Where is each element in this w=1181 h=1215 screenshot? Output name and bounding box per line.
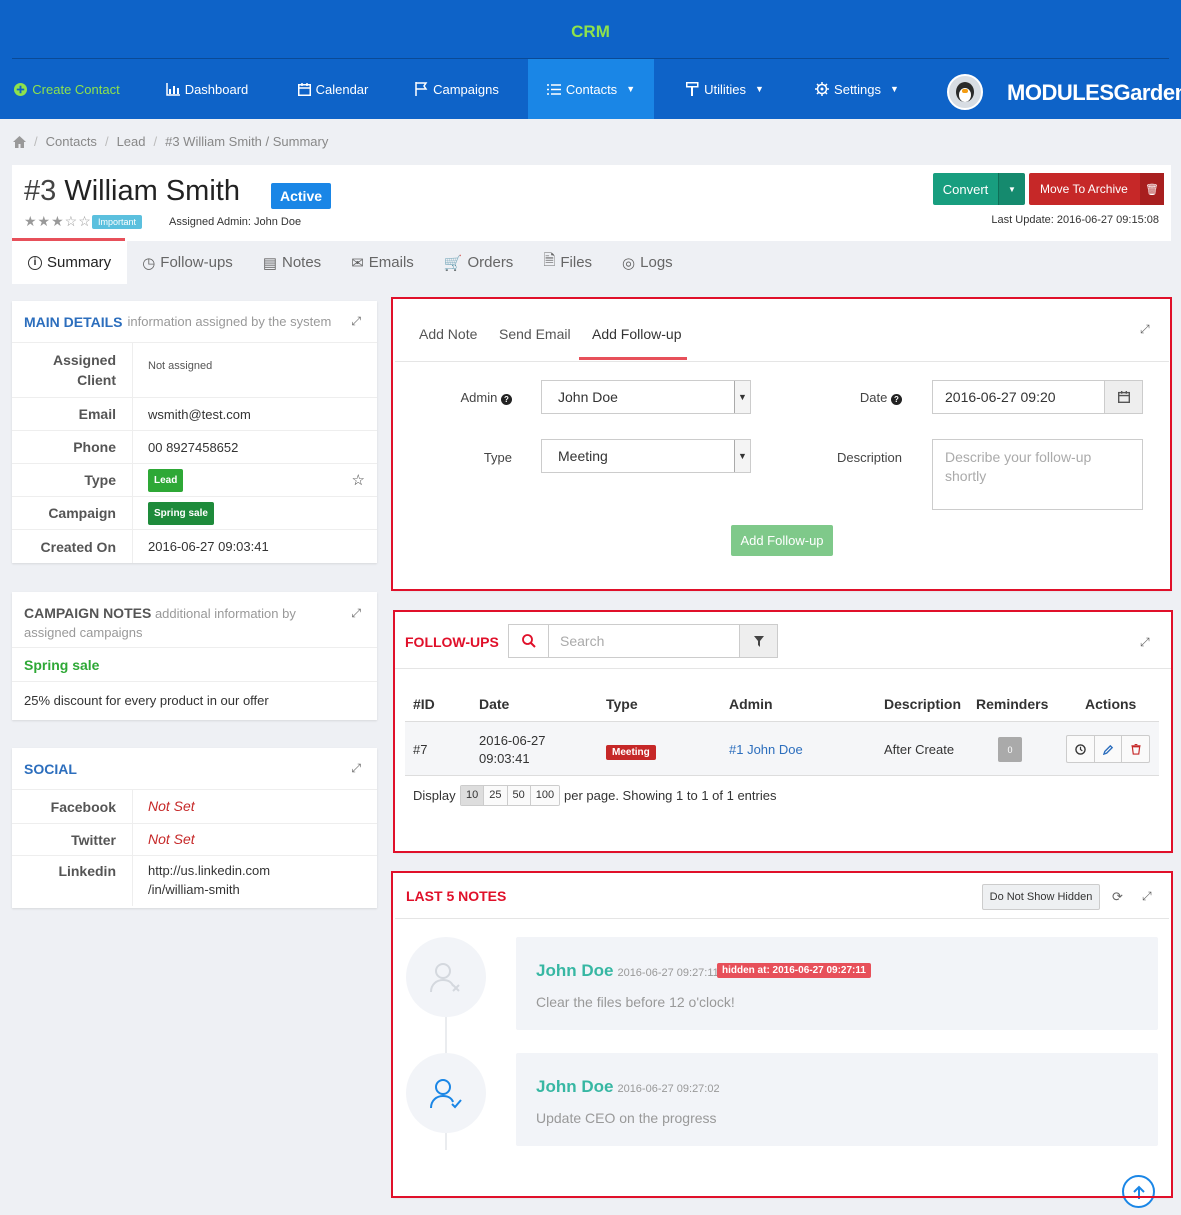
detail-row: Assigned Client Not assigned xyxy=(12,343,377,398)
campaign-label: Spring sale xyxy=(148,501,214,525)
rating-stars[interactable]: ★★★☆☆ xyxy=(24,213,92,230)
campaign-notes-header: CAMPAIGN NOTES additional information by… xyxy=(12,592,377,648)
files-icon: 🗎 xyxy=(543,252,556,269)
nav-campaigns-label: Campaigns xyxy=(433,81,499,97)
paint-roller-icon xyxy=(686,82,699,96)
chevron-down-icon: ▼ xyxy=(1008,184,1016,194)
life-ring-icon: ◎ xyxy=(622,254,636,272)
breadcrumb-current: #3 William Smith / Summary xyxy=(165,134,329,149)
move-to-archive-button[interactable]: Move To Archive 🗑 xyxy=(1029,173,1164,205)
main-details-header: MAIN DETAILS information assigned by the … xyxy=(12,301,377,343)
tab-summary[interactable]: i Summary xyxy=(12,241,128,284)
nav-dashboard-label: Dashboard xyxy=(184,81,249,97)
chevron-down-icon: ▼ xyxy=(626,84,636,94)
comment-icon: ▤ xyxy=(262,254,277,272)
expand-icon[interactable]: ⤢ xyxy=(351,604,361,623)
nav-calendar-label: Calendar xyxy=(315,81,369,97)
nav-contacts[interactable]: Contacts ▼ xyxy=(528,59,654,119)
info-icon: i xyxy=(28,255,42,270)
campaign-notes-card: CAMPAIGN NOTES additional information by… xyxy=(12,592,377,720)
bar-chart-icon xyxy=(165,82,180,96)
detail-row: Phone 00 8927458652 xyxy=(12,431,377,464)
cart-icon: 🛒 xyxy=(443,254,463,272)
nav-settings-label: Settings xyxy=(834,81,882,97)
gear-icon xyxy=(815,82,830,96)
nav-create-contact-label: Create Contact xyxy=(32,81,120,97)
compress-icon[interactable]: ⤢ xyxy=(351,761,361,776)
detail-row: Email wsmith@test.com xyxy=(12,398,377,431)
tab-files[interactable]: 🗎 Files xyxy=(528,241,607,284)
page-title: #3 William Smith xyxy=(24,175,240,207)
last-update: Last Update: 2016-06-27 09:15:08 xyxy=(991,214,1159,226)
app-title: CRM xyxy=(571,22,610,41)
convert-button[interactable]: Convert xyxy=(933,173,998,205)
rating-label: Important xyxy=(92,215,143,229)
detail-row: Type Lead ☆ xyxy=(12,464,377,497)
contact-tabs: i Summary ◷ Follow-ups ▤ Notes ✉ Emails 🛒 Ord… xyxy=(12,241,688,284)
tab-logs[interactable]: ◎ Logs xyxy=(607,241,688,284)
social-header: SOCIAL ⤢ xyxy=(12,748,377,790)
chevron-down-icon: ▼ xyxy=(890,84,899,94)
type-label: Lead xyxy=(148,468,184,492)
convert-dropdown-button[interactable]: ▼ xyxy=(998,173,1025,205)
nav-contacts-label: Contacts xyxy=(565,81,618,97)
archive-label: Move To Archive xyxy=(1040,182,1128,196)
highlight-frame xyxy=(391,871,1173,1198)
campaign-description: 25% discount for every product in our of… xyxy=(24,692,269,708)
assigned-admin: Assigned Admin: John Doe xyxy=(169,216,302,228)
brand-wordmark: MODULESGarden xyxy=(1007,80,1181,105)
social-row: Twitter Not Set xyxy=(12,824,377,856)
avatar[interactable] xyxy=(947,74,983,110)
social-row: Linkedin http://us.linkedin.com /in/willi… xyxy=(12,856,377,906)
nav-dashboard[interactable]: Dashboard xyxy=(150,59,264,119)
tab-follow-ups[interactable]: ◷ Follow-ups xyxy=(127,241,248,284)
nav-create-contact[interactable]: Create Contact xyxy=(12,59,122,119)
home-icon[interactable] xyxy=(13,135,26,148)
status-badge: Active xyxy=(271,183,332,209)
nav-calendar[interactable]: Calendar xyxy=(280,59,386,119)
brand-logo: MODULESGarden xyxy=(947,74,1181,110)
highlight-frame xyxy=(393,610,1173,853)
clock-icon: ◷ xyxy=(142,254,156,272)
linkedin-link[interactable]: http://us.linkedin.com /in/william-smith xyxy=(133,856,283,899)
breadcrumb-contacts[interactable]: Contacts xyxy=(46,134,97,149)
calendar-icon xyxy=(297,82,311,96)
contact-title-bar: #3 William Smith Active ★★★☆☆ Important … xyxy=(12,165,1171,241)
social-row: Facebook Not Set xyxy=(12,790,377,824)
nav-settings[interactable]: Settings ▼ xyxy=(800,59,914,119)
list-icon xyxy=(546,83,561,95)
highlight-frame xyxy=(391,297,1172,591)
detail-row: Created On 2016-06-27 09:03:41 xyxy=(12,530,377,563)
social-card: SOCIAL ⤢ Facebook Not Set Twitter Not Set L… xyxy=(12,748,377,908)
compress-icon[interactable]: ⤢ xyxy=(351,314,361,329)
nav-utilities-label: Utilities xyxy=(704,81,746,97)
envelope-icon: ✉ xyxy=(351,254,364,272)
main-details-card: MAIN DETAILS information assigned by the … xyxy=(12,301,377,563)
breadcrumb: / Contacts / Lead / #3 William Smith / S… xyxy=(13,134,328,149)
tab-notes[interactable]: ▤ Notes xyxy=(248,241,336,284)
breadcrumb-lead[interactable]: Lead xyxy=(117,134,146,149)
star-icon[interactable]: ☆ xyxy=(352,471,365,489)
tab-emails[interactable]: ✉ Emails xyxy=(336,241,429,284)
campaign-name: Spring sale xyxy=(12,648,377,682)
flag-icon xyxy=(415,82,428,96)
chevron-down-icon: ▼ xyxy=(754,84,764,94)
tab-orders[interactable]: 🛒 Orders xyxy=(429,241,529,284)
nav-utilities[interactable]: Utilities ▼ xyxy=(670,59,780,119)
trash-icon: 🗑 xyxy=(1140,173,1164,205)
top-header: CRM Create Contact Dashboard Calendar Ca… xyxy=(0,0,1181,119)
detail-row: Campaign Spring sale xyxy=(12,497,377,530)
plus-circle-icon xyxy=(14,82,28,96)
nav-campaigns[interactable]: Campaigns xyxy=(400,59,514,119)
